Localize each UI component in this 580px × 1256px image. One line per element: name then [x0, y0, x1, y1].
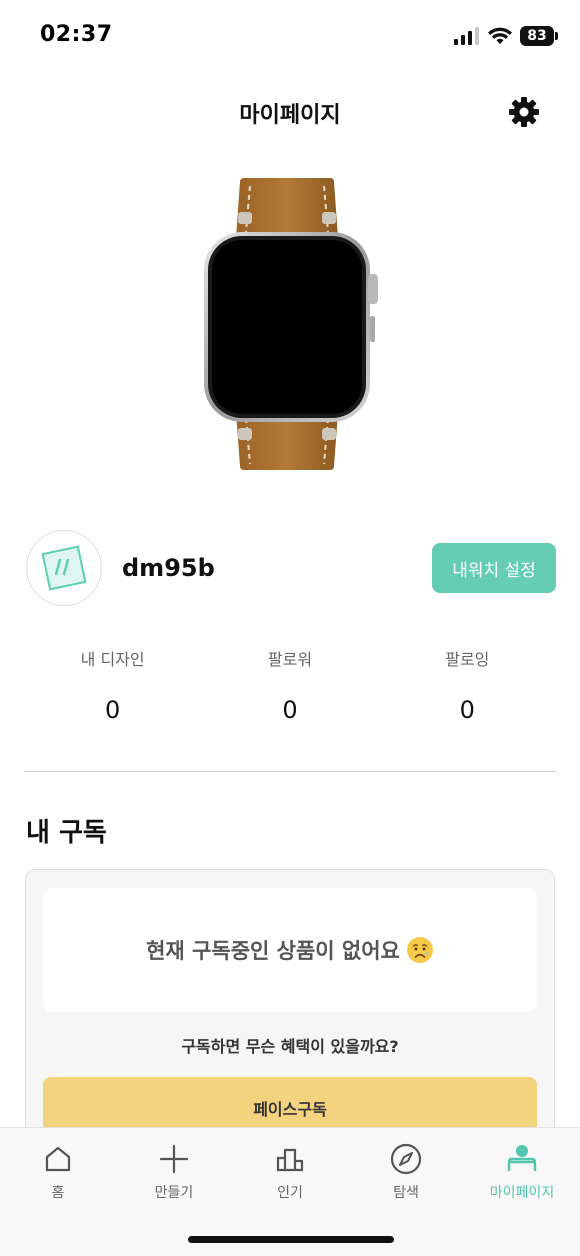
empty-subscription-text: 현재 구독중인 상품이 없어요 [146, 939, 400, 963]
nav-item-mypage[interactable]: 마이페이지 [464, 1128, 580, 1218]
battery-level: 83 [520, 26, 554, 46]
status-icons: 83 [454, 24, 558, 48]
person-icon [507, 1145, 537, 1171]
watch-preview[interactable] [180, 176, 400, 472]
home-indicator [188, 1236, 394, 1243]
stat-my-designs[interactable]: 내 디자인 0 [24, 646, 201, 736]
settings-button[interactable] [506, 94, 542, 130]
plus-icon [159, 1144, 189, 1174]
nav-label: 인기 [277, 1185, 303, 1201]
nav-label: 마이페이지 [489, 1185, 555, 1201]
page-title: 마이페이지 [239, 103, 341, 128]
stat-followers[interactable]: 팔로워 0 [201, 646, 378, 736]
stat-label: 내 디자인 [80, 650, 145, 669]
avatar-logo-icon [41, 545, 87, 591]
avatar[interactable] [26, 530, 102, 606]
nav-item-create[interactable]: 만들기 [116, 1128, 232, 1218]
username: dm95b [122, 554, 215, 582]
stat-label: 팔로잉 [445, 650, 490, 669]
stat-value: 0 [105, 696, 121, 724]
bottom-nav: 홈 만들기 인기 탐색 마이페이지 [0, 1127, 580, 1256]
stat-following[interactable]: 팔로잉 0 [379, 646, 556, 736]
wifi-icon [488, 27, 512, 44]
subscription-card: 현재 구독중인 상품이 없어요 구독하면 무슨 혜택이 있을까요? 페이스구독 [25, 869, 555, 1169]
empty-subscription-box: 현재 구독중인 상품이 없어요 [43, 888, 537, 1012]
nav-label: 탐색 [393, 1185, 419, 1201]
profile-row: dm95b 내워치 설정 [26, 528, 556, 608]
ranking-icon [276, 1148, 304, 1172]
watch-image [204, 178, 378, 470]
nav-item-home[interactable]: 홈 [0, 1128, 116, 1218]
divider [24, 771, 556, 772]
subscription-section-title: 내 구독 [26, 818, 107, 848]
stat-value: 0 [282, 696, 298, 724]
stat-value: 0 [459, 696, 475, 724]
nav-label: 만들기 [154, 1185, 194, 1201]
cellular-signal-icon [454, 27, 479, 45]
my-watch-settings-button[interactable]: 내워치 설정 [432, 543, 556, 593]
stats-row: 내 디자인 0 팔로워 0 팔로잉 0 [24, 646, 556, 736]
gear-icon [509, 97, 539, 127]
header: 마이페이지 [0, 80, 580, 144]
status-time: 02:37 [40, 22, 113, 47]
nav-item-popular[interactable]: 인기 [232, 1128, 348, 1218]
home-icon [45, 1146, 71, 1172]
subscription-benefit-link[interactable]: 구독하면 무슨 혜택이 있을까요? [26, 1033, 554, 1057]
nav-item-explore[interactable]: 탐색 [348, 1128, 464, 1218]
sad-face-emoji-icon [406, 937, 433, 963]
nav-label: 홈 [51, 1185, 65, 1201]
status-bar: 02:37 83 [0, 0, 580, 72]
stat-label: 팔로워 [267, 650, 313, 669]
battery-icon: 83 [520, 26, 558, 46]
compass-icon [390, 1143, 422, 1175]
